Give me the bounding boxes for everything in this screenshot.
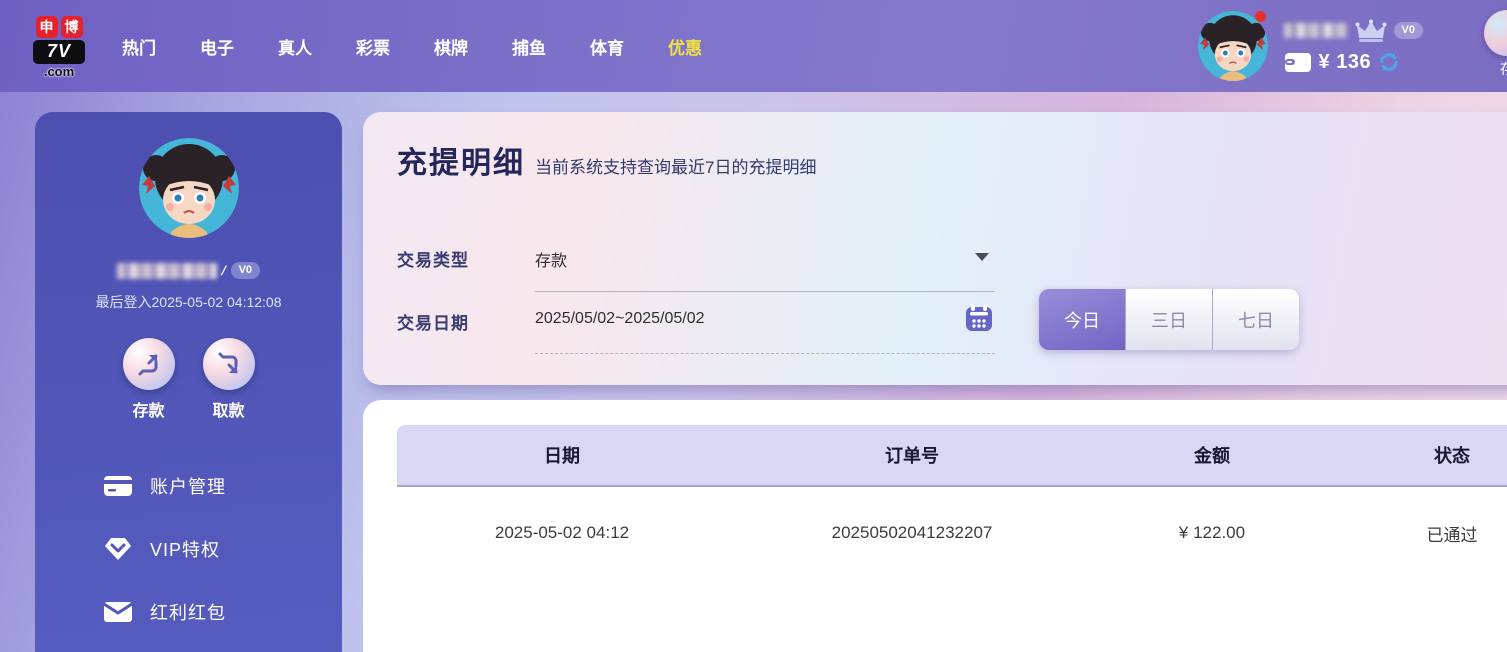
sidebar-item-account[interactable]: 账户管理 — [35, 465, 342, 507]
range-tabs: 今日 三日 七日 — [1039, 289, 1299, 350]
cell-date: 2025-05-02 04:12 — [397, 489, 727, 577]
deposit-button[interactable]: 存款 — [123, 338, 175, 421]
date-underline — [535, 353, 995, 354]
cell-order-number: 20250502041232207 — [727, 489, 1097, 577]
profile-name-row: / V0 — [117, 262, 260, 279]
user-cluster: V0 ¥ 136 — [1198, 11, 1423, 81]
avatar-icon — [1198, 11, 1268, 81]
logo-badge-2: 博 — [61, 16, 83, 38]
refresh-icon[interactable] — [1378, 51, 1400, 73]
page-subtitle: 当前系统支持查询最近7日的充提明细 — [535, 153, 816, 178]
column-header-status: 状态 — [1327, 425, 1507, 485]
logo-main: 7V — [33, 40, 85, 64]
tab-today[interactable]: 今日 — [1039, 289, 1125, 350]
withdraw-arrow-icon — [203, 338, 255, 390]
vip-slash: / — [220, 263, 228, 278]
cell-status: 已通过 — [1327, 489, 1507, 577]
last-login-text: 最后登入2025-05-02 04:12:08 — [96, 292, 282, 312]
calendar-icon[interactable] — [965, 304, 993, 332]
main-nav: 热门 电子 真人 彩票 棋牌 捕鱼 体育 优惠 — [122, 34, 702, 59]
blurred-username — [117, 263, 217, 279]
sidebar-item-label: 红利红包 — [150, 599, 226, 625]
sidebar-item-label: 账户管理 — [150, 473, 226, 499]
username-row: V0 — [1284, 19, 1423, 43]
nav-item-lottery[interactable]: 彩票 — [356, 34, 390, 59]
withdraw-button[interactable]: 取款 — [203, 338, 255, 421]
nav-item-fishing[interactable]: 捕鱼 — [512, 34, 546, 59]
column-header-order: 订单号 — [727, 425, 1097, 485]
deposit-label: 存款 — [132, 397, 164, 421]
nav-item-sports[interactable]: 体育 — [590, 34, 624, 59]
column-header-amount: 金额 — [1097, 425, 1327, 485]
column-header-date: 日期 — [397, 425, 727, 485]
logo-badge-1: 申 — [36, 16, 58, 38]
sidebar-menu: 账户管理 VIP特权 红利红包 — [35, 465, 342, 633]
quick-deposit-icon — [1484, 10, 1507, 56]
type-underline — [535, 291, 995, 292]
page-title-row: 充提明细 当前系统支持查询最近7日的充提明细 — [397, 138, 816, 182]
nav-item-hot[interactable]: 热门 — [122, 34, 156, 59]
profile-avatar[interactable] — [139, 138, 239, 238]
blurred-username — [1284, 23, 1348, 38]
vip-level-badge: V0 — [1394, 22, 1423, 39]
balance-row: ¥ 136 — [1284, 51, 1423, 74]
table-row: 2025-05-02 04:12 20250502041232207 ¥ 122… — [397, 489, 1507, 577]
records-table-card: 日期 订单号 金额 状态 2025-05-02 04:12 2025050204… — [363, 400, 1507, 652]
gem-icon — [103, 536, 133, 562]
nav-item-live[interactable]: 真人 — [278, 34, 312, 59]
quick-deposit-fab[interactable]: 存 — [1480, 10, 1507, 79]
wallet-icon — [1284, 51, 1312, 73]
logo-suffix: .com — [44, 66, 74, 77]
sidebar-item-vip[interactable]: VIP特权 — [35, 528, 342, 570]
site-logo[interactable]: 申 博 7V .com — [30, 16, 88, 77]
sidebar: / V0 最后登入2025-05-02 04:12:08 存款 — [35, 112, 342, 652]
sidebar-item-label: VIP特权 — [150, 536, 220, 562]
quick-actions: 存款 取款 — [123, 338, 255, 421]
deposit-arrow-icon — [123, 338, 175, 390]
cell-amount: ¥ 122.00 — [1097, 489, 1327, 577]
sidebar-item-bonus[interactable]: 红利红包 — [35, 591, 342, 633]
user-avatar[interactable] — [1198, 11, 1268, 81]
user-info: V0 ¥ 136 — [1284, 19, 1423, 74]
tab-seven-days[interactable]: 七日 — [1212, 289, 1299, 350]
transaction-type-label: 交易类型 — [397, 246, 469, 271]
quick-deposit-label: 存 — [1500, 59, 1507, 79]
table-header: 日期 订单号 金额 状态 — [397, 425, 1507, 487]
red-envelope-icon — [103, 600, 133, 624]
nav-item-board[interactable]: 棋牌 — [434, 34, 468, 59]
logo-badges: 申 博 — [36, 16, 83, 38]
nav-item-slots[interactable]: 电子 — [200, 34, 234, 59]
transaction-date-value[interactable]: 2025/05/02~2025/05/02 — [535, 310, 705, 328]
filter-card: 充提明细 当前系统支持查询最近7日的充提明细 交易类型 存款 交易日期 2025… — [363, 112, 1507, 385]
vip-level-badge: V0 — [231, 262, 260, 279]
transaction-date-label: 交易日期 — [397, 309, 469, 334]
page-title: 充提明细 — [397, 138, 525, 182]
transaction-type-value[interactable]: 存款 — [535, 247, 567, 271]
bank-card-icon — [103, 474, 133, 498]
notification-dot — [1255, 11, 1266, 22]
tab-three-days[interactable]: 三日 — [1125, 289, 1212, 350]
top-header: 申 博 7V .com 热门 电子 真人 彩票 棋牌 捕鱼 体育 优惠 — [0, 0, 1507, 92]
crown-icon — [1355, 19, 1387, 43]
withdraw-label: 取款 — [212, 397, 244, 421]
balance-amount: ¥ 136 — [1319, 51, 1372, 74]
nav-item-promos[interactable]: 优惠 — [668, 34, 702, 59]
chevron-down-icon[interactable] — [975, 253, 989, 261]
